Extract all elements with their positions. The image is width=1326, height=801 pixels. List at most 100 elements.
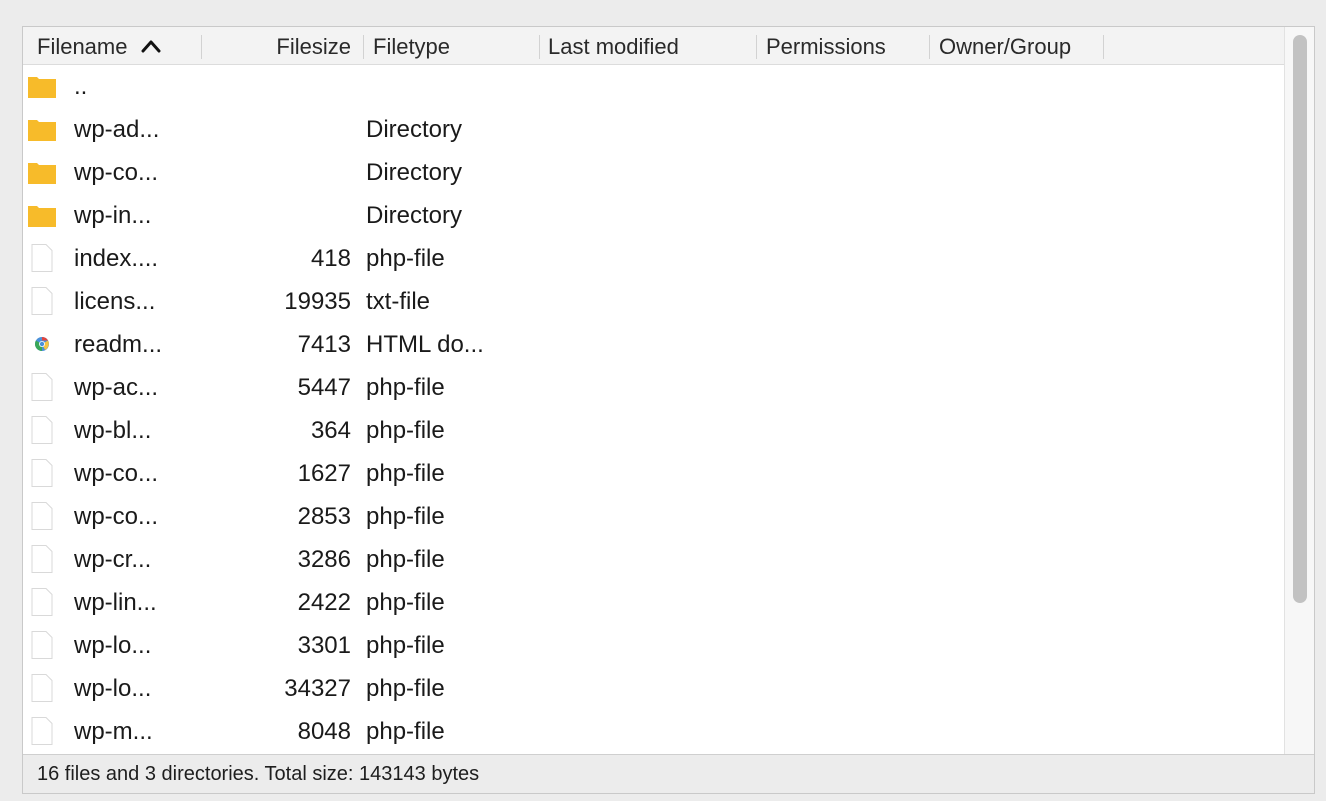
- file-size: [213, 65, 351, 108]
- column-header-filename-label: Filename: [37, 34, 128, 59]
- file-size: 2853: [297, 503, 351, 530]
- chevron-up-icon: [141, 27, 161, 66]
- table-row[interactable]: wp-ad... Directory: [23, 108, 1285, 151]
- file-size: 5447: [297, 374, 351, 401]
- file-type: HTML do...: [366, 331, 484, 358]
- file-type: php-file: [366, 417, 445, 444]
- table-row[interactable]: wp-lo... 3301 php-file: [23, 624, 1285, 667]
- file-size: [213, 151, 351, 194]
- file-type: Directory: [366, 202, 463, 229]
- column-separator[interactable]: [201, 35, 202, 59]
- file-type: php-file: [366, 245, 445, 272]
- file-icon: [27, 286, 57, 316]
- file-icon: [27, 716, 57, 746]
- file-type: php-file: [366, 589, 445, 616]
- column-header-permissions-label: Permissions: [766, 34, 886, 59]
- file-size: [213, 194, 351, 237]
- column-header-owner-group[interactable]: Owner/Group: [939, 27, 1071, 65]
- file-icon: [27, 673, 57, 703]
- column-header-filetype[interactable]: Filetype: [373, 27, 450, 65]
- file-type: php-file: [366, 374, 445, 401]
- folder-icon: [27, 114, 57, 144]
- folder-icon: [27, 200, 57, 230]
- file-name: wp-lin...: [74, 589, 157, 616]
- file-size: 8048: [297, 718, 351, 745]
- file-type: php-file: [366, 675, 445, 702]
- file-name: wp-lo...: [74, 632, 152, 659]
- table-row[interactable]: readm... 7413 HTML do...: [23, 323, 1285, 366]
- column-header-last-modified-label: Last modified: [548, 34, 679, 59]
- column-header-filesize[interactable]: Filesize: [213, 27, 351, 65]
- column-header-last-modified[interactable]: Last modified: [548, 27, 679, 65]
- column-header-permissions[interactable]: Permissions: [766, 27, 886, 65]
- file-type: php-file: [366, 546, 445, 573]
- file-size: 2422: [297, 589, 351, 616]
- table-row[interactable]: wp-co... Directory: [23, 151, 1285, 194]
- column-header-filename[interactable]: Filename: [37, 27, 161, 65]
- browser-icon: [27, 329, 57, 359]
- column-separator[interactable]: [539, 35, 540, 59]
- file-type: php-file: [366, 632, 445, 659]
- column-header-filetype-label: Filetype: [373, 34, 451, 59]
- file-size: 1627: [297, 460, 351, 487]
- file-size: 3286: [297, 546, 351, 573]
- table-row[interactable]: wp-m... 8048 php-file: [23, 710, 1285, 753]
- table-row[interactable]: wp-in... Directory: [23, 194, 1285, 237]
- file-listing-panel: Filename Filesize Filetype Last modified…: [22, 26, 1315, 794]
- column-header-row: Filename Filesize Filetype Last modified…: [23, 27, 1285, 65]
- file-name: wp-bl...: [74, 417, 152, 444]
- file-size: 364: [310, 417, 351, 444]
- status-bar: 16 files and 3 directories. Total size: …: [23, 754, 1314, 793]
- table-row[interactable]: wp-co... 1627 php-file: [23, 452, 1285, 495]
- file-name: wp-co...: [74, 159, 159, 186]
- folder-icon: [27, 157, 57, 187]
- file-name: wp-co...: [74, 503, 159, 530]
- file-size: 418: [310, 245, 351, 272]
- file-type: php-file: [366, 460, 445, 487]
- column-separator[interactable]: [756, 35, 757, 59]
- table-row[interactable]: ..: [23, 65, 1285, 108]
- table-row[interactable]: wp-cr... 3286 php-file: [23, 538, 1285, 581]
- column-separator[interactable]: [929, 35, 930, 59]
- table-row[interactable]: wp-lo... 34327 php-file: [23, 667, 1285, 710]
- file-name: index....: [74, 245, 159, 272]
- table-row[interactable]: wp-bl... 364 php-file: [23, 409, 1285, 452]
- file-icon: [27, 501, 57, 531]
- file-size: [213, 108, 351, 151]
- table-row[interactable]: index.... 418 php-file: [23, 237, 1285, 280]
- table-row[interactable]: wp-co... 2853 php-file: [23, 495, 1285, 538]
- file-name: wp-m...: [74, 718, 153, 745]
- table-row[interactable]: wp-lin... 2422 php-file: [23, 581, 1285, 624]
- folder-icon: [27, 71, 57, 101]
- file-type: php-file: [366, 503, 445, 530]
- scrollbar-thumb[interactable]: [1293, 35, 1307, 603]
- file-size: 34327: [284, 675, 351, 702]
- table-row[interactable]: wp-ac... 5447 php-file: [23, 366, 1285, 409]
- file-name: wp-ad...: [74, 116, 160, 143]
- file-type: php-file: [366, 718, 445, 745]
- column-separator[interactable]: [1103, 35, 1104, 59]
- file-type: txt-file: [366, 288, 431, 315]
- file-size: 3301: [297, 632, 351, 659]
- file-name: licens...: [74, 288, 156, 315]
- vertical-scrollbar[interactable]: [1284, 27, 1314, 755]
- file-type: Directory: [366, 116, 463, 143]
- column-header-filesize-label: Filesize: [276, 34, 351, 59]
- file-name: wp-co...: [74, 460, 159, 487]
- file-list: .. wp-ad... Directory wp-co... Directory wp-i…: [23, 65, 1285, 753]
- file-icon: [27, 544, 57, 574]
- file-icon: [27, 458, 57, 488]
- column-separator[interactable]: [363, 35, 364, 59]
- file-icon: [27, 415, 57, 445]
- file-name: ..: [74, 73, 88, 100]
- file-icon: [27, 587, 57, 617]
- file-name: wp-in...: [74, 202, 152, 229]
- file-name: wp-cr...: [74, 546, 152, 573]
- file-size: 19935: [284, 288, 351, 315]
- table-row[interactable]: licens... 19935 txt-file: [23, 280, 1285, 323]
- file-name: wp-lo...: [74, 675, 152, 702]
- file-icon: [27, 630, 57, 660]
- file-size: 7413: [297, 331, 351, 358]
- file-type: Directory: [366, 159, 463, 186]
- file-icon: [27, 243, 57, 273]
